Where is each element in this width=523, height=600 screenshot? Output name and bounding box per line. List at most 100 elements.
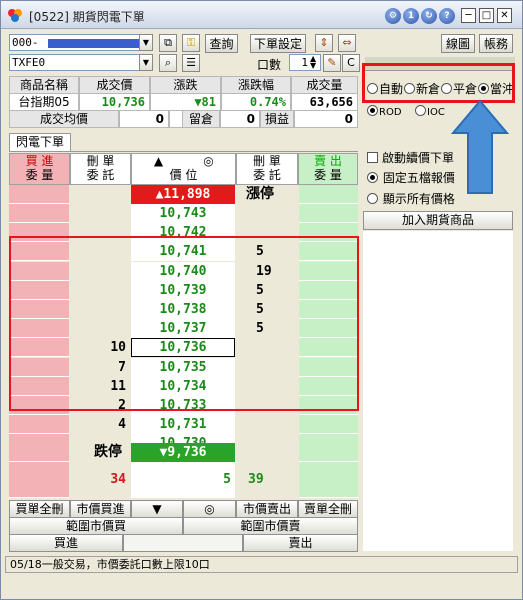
middle-blank-button (123, 534, 243, 552)
fixed-five-radio[interactable]: 固定五檔報價 (367, 171, 455, 185)
ask-total: 39 (248, 472, 264, 487)
hold-value: 0 (220, 110, 260, 128)
quote-header-price: 成交價 (79, 76, 150, 94)
help-icon[interactable]: ? (439, 8, 455, 24)
quote-header-change-pct: 漲跌幅 (221, 76, 291, 94)
quote-volume: 63,656 (291, 93, 358, 111)
buy-button[interactable]: 買進 (9, 534, 123, 552)
price-cell[interactable]: 10,731 (131, 415, 235, 435)
show-all-radio[interactable]: 顯示所有價格 (367, 192, 455, 206)
bid-quantity[interactable] (70, 204, 130, 223)
list-icon[interactable]: ☰ (182, 54, 200, 72)
quote-header-name: 商品名稱 (9, 76, 79, 94)
close-button[interactable]: ✕ (497, 8, 512, 23)
info-icon[interactable]: 1 (403, 8, 419, 24)
account-button[interactable]: 帳務 (479, 34, 513, 53)
totals-row: 34 5 39 (9, 462, 358, 498)
pencil-icon[interactable]: ✎ (323, 54, 341, 72)
avg-price-label: 成交均價 (9, 110, 119, 128)
ask-order-cell[interactable] (299, 415, 358, 435)
market-sell-button[interactable]: 市價賣出 (236, 500, 298, 518)
product-code-field[interactable]: TXFE0 (9, 54, 152, 71)
gear-icon[interactable]: ⚙ (385, 8, 401, 24)
market-buy-button[interactable]: 市價買進 (70, 500, 131, 518)
pl-label: 損益 (260, 110, 294, 128)
sell-cancel-all-button[interactable]: 賣單全刪 (298, 500, 358, 518)
bid-quantity[interactable]: 4 (70, 415, 130, 434)
ask-quantity[interactable] (236, 415, 298, 434)
limit-up-row: ▲11,898 漲停 (9, 185, 358, 204)
order-window: [0522] 期貨閃電下單 ⚙ 1 ↻ ? ─ □ ✕ 000- ▼ ⧉ ⚿ 查… (0, 0, 523, 600)
auto-tail-checkbox[interactable]: 啟動續價下單 (367, 151, 454, 165)
quote-header-volume: 成交量 (291, 76, 358, 94)
quote-last-price: 10,736 (79, 93, 150, 111)
limit-up-bid-cancel[interactable] (70, 185, 130, 204)
range-market-sell-button[interactable]: 範圍市價賣 (183, 517, 358, 535)
quote-product-name: 台指期05 (9, 93, 79, 111)
buy-cancel-header: 刪 單 委 託 (70, 153, 131, 185)
price-cell[interactable]: 10,743 (131, 204, 235, 223)
ladder-row: 10,743 (9, 204, 358, 223)
product-dropdown-icon[interactable]: ▼ (139, 54, 153, 71)
add-product-button[interactable]: 加入期貨商品 (363, 211, 513, 230)
totals-bid-bg (9, 462, 69, 498)
status-bar: 05/18一般交易，市價委託口數上限10口 (5, 556, 518, 573)
bid-order-cell[interactable] (9, 415, 69, 435)
sell-cancel-header: 刪 單 委 託 (236, 153, 298, 185)
search-icon[interactable]: ⌕ (159, 54, 177, 72)
tab-flash-order[interactable]: 閃電下單 (9, 133, 71, 151)
limit-up-price[interactable]: ▲11,898 (131, 185, 235, 204)
app-logo-icon (7, 7, 23, 23)
range-market-buy-button[interactable]: 範圍市價買 (9, 517, 183, 535)
sell-button[interactable]: 賣出 (243, 534, 358, 552)
copy-icon[interactable]: ⧉ (159, 34, 177, 52)
key-icon[interactable]: ⚿ (182, 34, 200, 52)
limit-up-ask-cell[interactable] (299, 185, 358, 204)
refresh-icon[interactable]: ↻ (421, 8, 437, 24)
highlight-box (9, 236, 359, 411)
buy-cancel-all-button[interactable]: 買單全刪 (9, 500, 70, 518)
left-right-icon[interactable]: ⇔ (338, 34, 356, 52)
radio-rod[interactable]: ROD (367, 105, 402, 120)
quote-header-change: 漲跌 (150, 76, 221, 94)
window-title: [0522] 期貨閃電下單 (29, 10, 145, 24)
c-button[interactable]: C (342, 54, 360, 72)
ask-quantity[interactable] (236, 204, 298, 223)
limit-down-price[interactable]: ▼9,736 (131, 443, 235, 462)
pl-value: 0 (294, 110, 358, 128)
chart-button[interactable]: 線圖 (441, 34, 475, 53)
account-select[interactable]: 000- (9, 34, 152, 51)
ladder-row: 4 10,731 (9, 415, 358, 435)
minimize-button[interactable]: ─ (461, 8, 476, 23)
radio-ioc[interactable]: IOC (415, 105, 445, 120)
order-settings-button[interactable]: 下單設定 (250, 34, 306, 53)
lots-label: 口數 (257, 58, 282, 72)
bid-total: 34 (110, 472, 126, 487)
limit-down-ask-cancel[interactable] (236, 443, 298, 462)
account-dropdown-icon[interactable]: ▼ (139, 34, 153, 51)
avg-price-value: 0 (119, 110, 169, 128)
limit-up-bid-cell[interactable] (9, 185, 69, 204)
mid-total: 5 (131, 462, 235, 498)
title-bar: [0522] 期貨閃電下單 ⚙ 1 ↻ ? ─ □ ✕ (1, 1, 522, 29)
hold-label: 留倉 (182, 110, 220, 128)
ask-order-cell[interactable] (299, 204, 358, 223)
sell-header: 賣 出 委 量 (298, 153, 358, 185)
lots-input[interactable]: 1 (289, 54, 321, 71)
scroll-down-button[interactable]: ▼ (131, 500, 183, 518)
center-button[interactable]: ◎ (183, 500, 236, 518)
bid-order-cell[interactable] (9, 204, 69, 223)
limit-down-ask-cell[interactable] (299, 443, 358, 462)
quote-change-pct: 0.74% (221, 93, 291, 111)
right-panel-blank (363, 231, 513, 551)
lots-stepper[interactable]: ▲ ▼ (310, 55, 316, 70)
up-down-icon[interactable]: ⇕ (315, 34, 333, 52)
center-price-icon[interactable]: ◎ (184, 154, 234, 168)
scroll-up-icon[interactable]: ▲ (134, 154, 184, 168)
limit-up-label: 漲停 (246, 186, 274, 202)
limit-down-bid-cell[interactable] (9, 443, 69, 462)
maximize-button[interactable]: □ (479, 8, 494, 23)
query-button[interactable]: 查詢 (205, 34, 238, 53)
radio-highlight-box (362, 63, 515, 103)
limit-down-row: 跌停 ▼9,736 (9, 443, 358, 462)
